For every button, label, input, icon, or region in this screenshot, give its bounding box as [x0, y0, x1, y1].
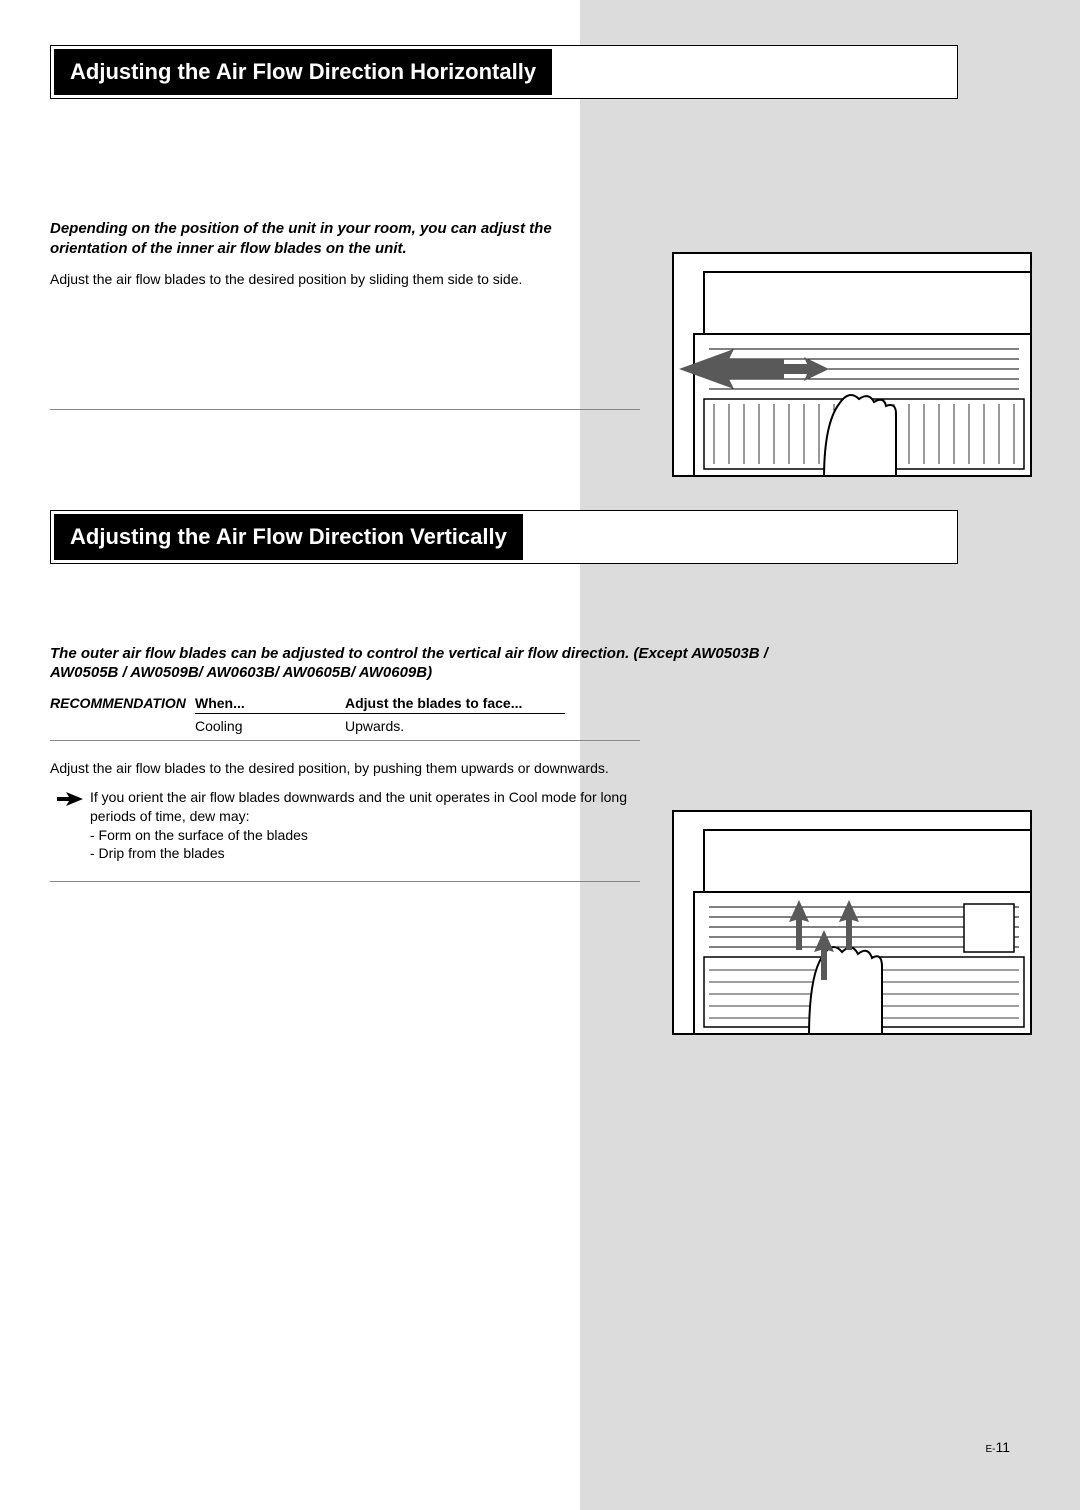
section1-body: Adjust the air flow blades to the desire… — [50, 270, 630, 289]
table-divider — [195, 713, 565, 714]
page-prefix: E- — [985, 1444, 995, 1455]
section1-title: Adjusting the Air Flow Direction Horizon… — [54, 49, 552, 95]
page-number: E-11 — [985, 1439, 1010, 1455]
figure-vertical-adjust — [672, 810, 1032, 1035]
rec-label: RECOMMENDATION — [50, 695, 195, 711]
figure-horizontal-adjust — [672, 252, 1032, 477]
section1-intro: Depending on the position of the unit in… — [50, 219, 630, 258]
note-text: If you orient the air flow blades downwa… — [90, 788, 650, 864]
rec-adjust: Upwards. — [345, 718, 565, 734]
recommendation-table: RECOMMENDATION When... Adjust the blades… — [50, 695, 1030, 734]
divider — [50, 740, 640, 741]
section2-body: Adjust the air flow blades to the desire… — [50, 759, 630, 778]
rec-header-when: When... — [195, 695, 345, 711]
divider — [50, 409, 640, 410]
divider — [50, 881, 640, 882]
note-block: If you orient the air flow blades downwa… — [50, 788, 650, 864]
section2-title: Adjusting the Air Flow Direction Vertica… — [54, 514, 523, 560]
page-num-value: 11 — [995, 1439, 1010, 1455]
note-bullet1: - Form on the surface of the blades — [90, 826, 650, 845]
page-content: Adjusting the Air Flow Direction Horizon… — [0, 0, 1080, 882]
pointer-icon — [50, 788, 90, 864]
section2-title-box: Adjusting the Air Flow Direction Vertica… — [50, 510, 958, 564]
section2-intro: The outer air flow blades can be adjuste… — [50, 644, 820, 683]
section1-title-box: Adjusting the Air Flow Direction Horizon… — [50, 45, 958, 99]
note-bullet2: - Drip from the blades — [90, 844, 650, 863]
rec-header-adjust: Adjust the blades to face... — [345, 695, 565, 711]
note-line1: If you orient the air flow blades downwa… — [90, 788, 650, 826]
rec-when: Cooling — [195, 718, 345, 734]
